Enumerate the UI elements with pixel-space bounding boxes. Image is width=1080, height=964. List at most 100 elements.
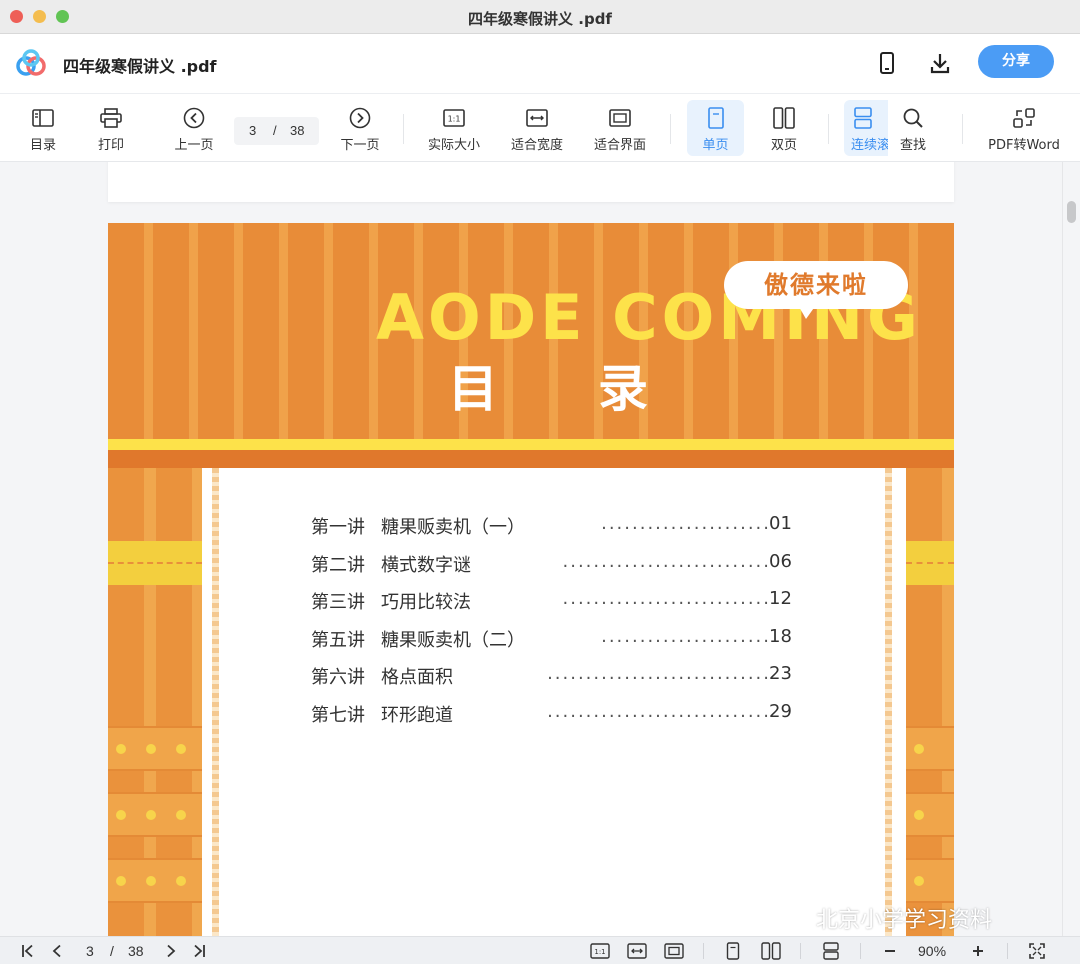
dotted-band bbox=[906, 858, 954, 903]
table-of-contents: 第一讲 糖果贩卖机（一） ...................... 01 第… bbox=[311, 513, 811, 738]
fit-page-icon bbox=[608, 106, 632, 130]
status-current-page[interactable]: 3 bbox=[86, 943, 94, 959]
single-page-label: 单页 bbox=[702, 138, 729, 153]
continuous-scroll-button[interactable]: 连续滚 bbox=[844, 100, 888, 156]
status-divider bbox=[800, 943, 801, 959]
toc-page-number: 23 bbox=[769, 663, 792, 684]
dotted-band bbox=[906, 726, 954, 771]
watermark-text: 北京小学学习资料 bbox=[816, 908, 993, 933]
right-decorative-column bbox=[906, 468, 954, 936]
next-page-label: 下一页 bbox=[340, 138, 380, 153]
fit-width-label: 适合宽度 bbox=[510, 138, 563, 153]
toc-page-number: 01 bbox=[769, 513, 792, 534]
toc-icon bbox=[31, 106, 55, 130]
toc-page-number: 29 bbox=[769, 700, 792, 722]
single-page-icon[interactable] bbox=[723, 941, 743, 961]
fit-width-button[interactable]: 适合宽度 bbox=[505, 100, 569, 156]
dotted-band bbox=[906, 792, 954, 837]
toolbar-divider bbox=[828, 114, 829, 144]
toc-leader: ...................... bbox=[601, 625, 771, 647]
file-name: 四年级寒假讲义 .pdf bbox=[63, 57, 217, 76]
banner-orange-stripe bbox=[108, 450, 954, 468]
yellow-stripe bbox=[906, 541, 954, 585]
toc-entry: 第一讲 糖果贩卖机（一） ...................... 01 bbox=[311, 513, 811, 551]
toc-page-number: 12 bbox=[769, 588, 792, 609]
prev-page-icon[interactable] bbox=[48, 941, 66, 961]
share-button[interactable]: 分享 bbox=[978, 45, 1054, 78]
window-titlebar: 四年级寒假讲义 .pdf bbox=[0, 0, 1080, 34]
continuous-scroll-icon bbox=[851, 106, 875, 130]
actual-size-button[interactable]: 1:1 实际大小 bbox=[422, 100, 486, 156]
next-page-button[interactable]: 下一页 bbox=[334, 100, 386, 156]
toc-page-number: 06 bbox=[769, 550, 792, 572]
toc-lesson: 第五讲 bbox=[311, 629, 365, 651]
print-button[interactable]: 打印 bbox=[90, 100, 132, 156]
vertical-scrollbar[interactable] bbox=[1062, 162, 1080, 936]
speech-bubble-badge: 傲德来啦 bbox=[724, 261, 908, 309]
yellow-stripe bbox=[108, 541, 202, 585]
fit-page-button[interactable]: 适合界面 bbox=[588, 100, 652, 156]
status-total-pages: 38 bbox=[128, 943, 144, 959]
pdf-to-word-label: PDF转Word bbox=[988, 138, 1060, 153]
actual-size-icon: 1:1 bbox=[442, 106, 466, 130]
continuous-scroll-label: 连续滚 bbox=[851, 138, 888, 153]
actual-size-icon[interactable]: 1:1 bbox=[589, 941, 611, 961]
page-number-field[interactable]: 3 / 38 bbox=[234, 117, 319, 145]
status-divider bbox=[703, 943, 704, 959]
double-page-icon[interactable] bbox=[760, 941, 782, 961]
app-logo-icon bbox=[16, 49, 46, 76]
toc-leader: ...................... bbox=[601, 513, 771, 534]
status-divider bbox=[860, 943, 861, 959]
zoom-out-icon[interactable] bbox=[880, 941, 900, 961]
status-bar: 3 / 38 1:1 90% bbox=[0, 936, 1080, 964]
first-page-icon[interactable] bbox=[18, 941, 38, 961]
last-page-icon[interactable] bbox=[189, 941, 209, 961]
printer-icon bbox=[99, 106, 123, 130]
continuous-scroll-icon[interactable] bbox=[820, 941, 842, 961]
actual-size-label: 实际大小 bbox=[427, 138, 480, 153]
toc-entry: 第二讲 横式数字谜 ........................... 06 bbox=[311, 551, 811, 589]
toc-title: 糖果贩卖机（二） bbox=[381, 629, 525, 651]
single-page-icon bbox=[704, 106, 728, 130]
toc-title: 糖果贩卖机（一） bbox=[381, 517, 525, 538]
prev-page-button[interactable]: 上一页 bbox=[168, 100, 220, 156]
toc-title: 巧用比较法 bbox=[381, 592, 471, 613]
toc-lesson: 第二讲 bbox=[311, 554, 365, 576]
toc-lesson: 第七讲 bbox=[311, 704, 365, 726]
mobile-view-icon[interactable] bbox=[874, 50, 900, 76]
fit-width-icon[interactable] bbox=[626, 941, 648, 961]
pdf-to-word-button[interactable]: PDF转Word bbox=[982, 100, 1066, 156]
toolbar-divider bbox=[403, 114, 404, 144]
toolbar: 目录 打印 上一页 3 / 38 下一页 1:1 实际大小 适合宽度 适合界面 … bbox=[0, 94, 1080, 162]
right-rope bbox=[885, 468, 892, 936]
toc-entry: 第三讲 巧用比较法 ........................... 12 bbox=[311, 588, 811, 626]
zoom-in-icon[interactable] bbox=[968, 941, 988, 961]
fullscreen-icon[interactable] bbox=[1026, 941, 1048, 961]
fit-page-icon[interactable] bbox=[663, 941, 685, 961]
svg-text:1:1: 1:1 bbox=[448, 115, 461, 124]
fit-page-label: 适合界面 bbox=[593, 138, 646, 153]
window-title: 四年级寒假讲义 .pdf bbox=[468, 10, 612, 28]
toc-title: 格点面积 bbox=[381, 667, 453, 688]
toc-leader: ............................. bbox=[547, 663, 771, 684]
print-label: 打印 bbox=[97, 138, 124, 153]
current-page-input[interactable]: 3 bbox=[249, 123, 256, 138]
toc-leader: ............................. bbox=[547, 700, 771, 722]
watermark: 北京小学学习资料 bbox=[788, 902, 992, 934]
toc-entry: 第七讲 环形跑道 ............................. 2… bbox=[311, 701, 811, 739]
download-icon[interactable] bbox=[927, 50, 953, 76]
zoom-level[interactable]: 90% bbox=[918, 943, 946, 959]
find-button[interactable]: 查找 bbox=[890, 100, 936, 156]
document-viewport[interactable]: AODE COMING 目录 傲德来啦 第一讲 糖果贩卖机（一） .......… bbox=[0, 162, 1080, 936]
single-page-button[interactable]: 单页 bbox=[687, 100, 744, 156]
toc-entry: 第五讲 糖果贩卖机（二） ...................... 18 bbox=[311, 626, 811, 664]
app-header: 四年级寒假讲义 .pdf 分享 bbox=[0, 34, 1080, 94]
toc-label: 目录 bbox=[29, 138, 56, 153]
scrollbar-thumb[interactable] bbox=[1067, 201, 1076, 223]
next-page-icon[interactable] bbox=[162, 941, 180, 961]
search-icon bbox=[901, 106, 925, 130]
dotted-band bbox=[108, 792, 202, 837]
dotted-band bbox=[108, 726, 202, 771]
toc-button[interactable]: 目录 bbox=[22, 100, 64, 156]
double-page-button[interactable]: 双页 bbox=[758, 100, 810, 156]
